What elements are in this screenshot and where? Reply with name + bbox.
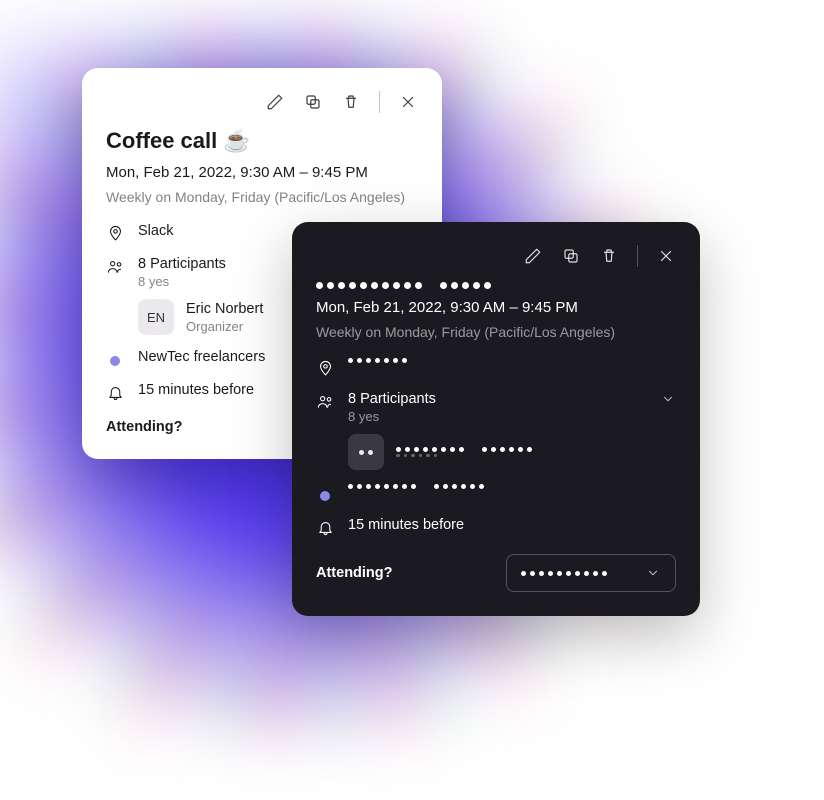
copy-icon bbox=[304, 93, 322, 111]
location-icon bbox=[106, 224, 124, 242]
toolbar-divider bbox=[379, 91, 380, 113]
tag-color-dot bbox=[106, 350, 124, 368]
location-row bbox=[316, 358, 676, 377]
attending-label: Attending? bbox=[106, 419, 183, 435]
tag-color-dot bbox=[316, 485, 334, 503]
reminder-row: 15 minutes before bbox=[316, 517, 676, 536]
pencil-icon bbox=[266, 93, 284, 111]
chevron-down-icon bbox=[645, 565, 661, 581]
organizer-role: Organizer bbox=[186, 319, 263, 334]
organizer-name-redacted bbox=[396, 447, 532, 452]
location-icon bbox=[316, 359, 334, 377]
organizer-role-redacted bbox=[396, 454, 532, 458]
toolbar bbox=[106, 88, 418, 116]
event-datetime: Mon, Feb 21, 2022, 9:30 AM – 9:45 PM bbox=[106, 164, 418, 181]
participants-row[interactable]: 8 Participants 8 yes bbox=[316, 391, 676, 424]
event-card-dark: Mon, Feb 21, 2022, 9:30 AM – 9:45 PM Wee… bbox=[292, 222, 700, 616]
reminder-value: 15 minutes before bbox=[348, 517, 676, 533]
coffee-icon: ☕ bbox=[223, 128, 250, 154]
copy-icon bbox=[562, 247, 580, 265]
duplicate-button[interactable] bbox=[303, 92, 323, 112]
location-redacted bbox=[348, 358, 676, 363]
organizer-name: Eric Norbert bbox=[186, 301, 263, 317]
event-title bbox=[316, 282, 676, 289]
avatar: EN bbox=[138, 299, 174, 335]
trash-icon bbox=[342, 93, 360, 111]
event-recurrence: Weekly on Monday, Friday (Pacific/Los An… bbox=[316, 324, 676, 340]
title-redacted bbox=[316, 282, 491, 289]
participants-count: 8 Participants bbox=[348, 391, 646, 407]
pencil-icon bbox=[524, 247, 542, 265]
chevron-down-icon[interactable] bbox=[660, 391, 676, 407]
bell-icon bbox=[316, 518, 334, 536]
avatar-redacted bbox=[359, 450, 373, 455]
bell-icon bbox=[106, 383, 124, 401]
toolbar bbox=[316, 242, 676, 270]
participants-yes: 8 yes bbox=[348, 409, 646, 424]
event-datetime: Mon, Feb 21, 2022, 9:30 AM – 9:45 PM bbox=[316, 299, 676, 316]
toolbar-divider bbox=[637, 245, 638, 267]
title-text: Coffee call bbox=[106, 128, 217, 154]
people-icon bbox=[106, 257, 124, 275]
event-recurrence: Weekly on Monday, Friday (Pacific/Los An… bbox=[106, 189, 418, 205]
attending-dropdown[interactable] bbox=[506, 554, 676, 592]
tag-redacted bbox=[348, 484, 676, 489]
organizer-row bbox=[348, 434, 676, 470]
people-icon bbox=[316, 392, 334, 410]
duplicate-button[interactable] bbox=[561, 246, 581, 266]
trash-icon bbox=[600, 247, 618, 265]
attending-label: Attending? bbox=[316, 565, 393, 581]
close-icon bbox=[657, 247, 675, 265]
tag-row bbox=[316, 484, 676, 503]
avatar bbox=[348, 434, 384, 470]
close-button[interactable] bbox=[398, 92, 418, 112]
card-footer: Attending? bbox=[316, 554, 676, 592]
event-title: Coffee call ☕ bbox=[106, 128, 418, 154]
edit-button[interactable] bbox=[523, 246, 543, 266]
close-icon bbox=[399, 93, 417, 111]
edit-button[interactable] bbox=[265, 92, 285, 112]
close-button[interactable] bbox=[656, 246, 676, 266]
delete-button[interactable] bbox=[599, 246, 619, 266]
dropdown-value-redacted bbox=[521, 571, 607, 576]
delete-button[interactable] bbox=[341, 92, 361, 112]
